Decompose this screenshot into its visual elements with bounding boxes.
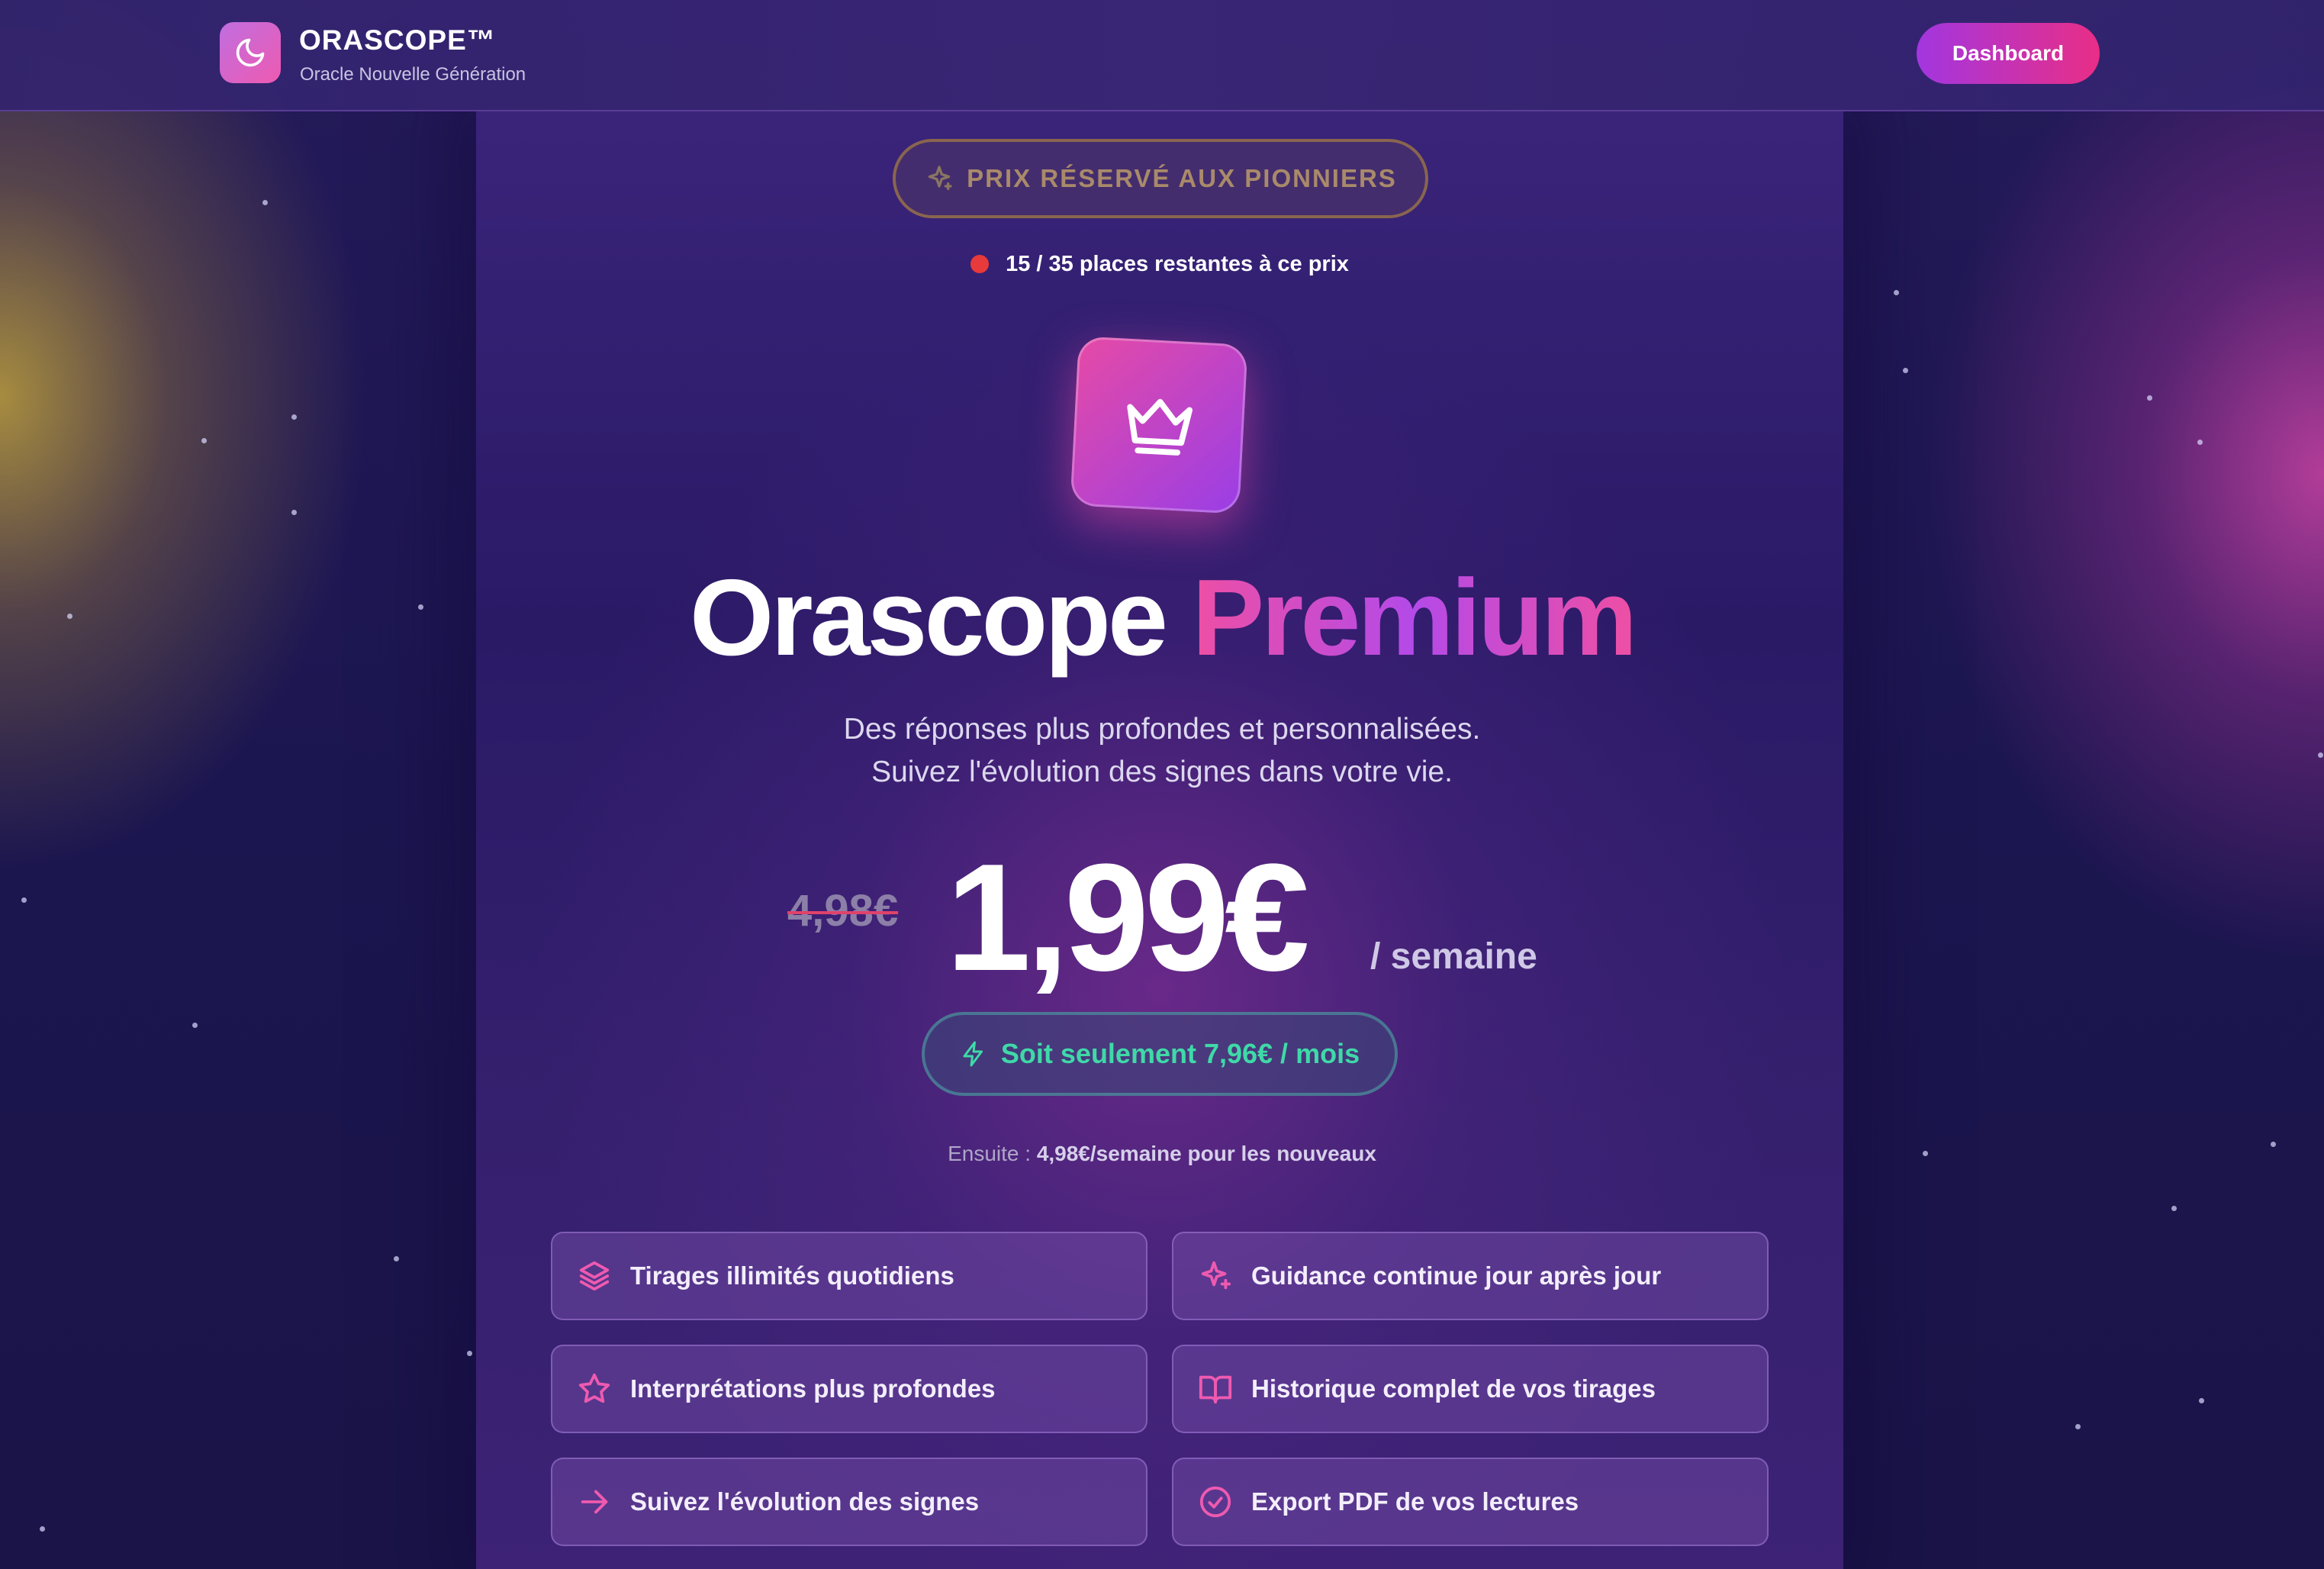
feature-label: Tirages illimités quotidiens [630, 1261, 954, 1290]
brand-name: ORASCOPE™ [299, 24, 496, 56]
star-dot [2075, 1424, 2081, 1429]
future-price-note: Ensuite : 4,98€/semaine pour les nouveau… [0, 1142, 2324, 1166]
feature-card: Suivez l'évolution des signes [551, 1458, 1148, 1546]
feature-label: Suivez l'évolution des signes [630, 1487, 980, 1516]
logo[interactable] [220, 22, 281, 83]
top-navbar: ORASCOPE™ Oracle Nouvelle Génération Das… [0, 0, 2324, 111]
star-dot [40, 1526, 45, 1532]
feature-label: Interprétations plus profondes [630, 1374, 996, 1403]
premium-badge [1070, 336, 1248, 514]
star-icon [578, 1373, 610, 1403]
places-remaining-text: 15 / 35 places restantes à ce prix [1006, 251, 1349, 276]
feature-label: Historique complet de vos tirages [1251, 1374, 1656, 1403]
star-dot [2197, 440, 2203, 445]
current-price: 1,99€ [946, 833, 1309, 1003]
future-price-value: 4,98€/semaine pour les nouveaux [1036, 1142, 1376, 1165]
star-dot [2147, 395, 2152, 401]
star-dot [467, 1351, 472, 1356]
subtitle-line-2: Suivez l'évolution des signes dans votre… [871, 756, 1453, 788]
feature-card: Export PDF de vos lectures [1172, 1458, 1769, 1546]
star-dot [21, 897, 27, 903]
sparkle-icon [929, 166, 952, 190]
pioneer-badge-label: PRIX RÉSERVÉ AUX PIONNIERS [967, 164, 1397, 192]
brand-subtitle: Oracle Nouvelle Génération [300, 64, 526, 85]
star-dot [1903, 368, 1908, 373]
check-circle-icon [1199, 1486, 1231, 1518]
book-icon [1199, 1375, 1232, 1404]
price-period: / semaine [1370, 936, 1537, 977]
feature-card: Tirages illimités quotidiens [551, 1232, 1148, 1320]
places-remaining: 15 / 35 places restantes à ce prix [946, 243, 1373, 285]
feature-label: Export PDF de vos lectures [1251, 1487, 1579, 1516]
old-price: 4,98€ [787, 886, 899, 936]
status-dot [970, 255, 990, 273]
feature-card: Interprétations plus profondes [551, 1345, 1148, 1433]
monthly-price-text: Soit seulement 7,96€ / mois [1000, 1038, 1360, 1069]
feature-label: Guidance continue jour après jour [1251, 1261, 1662, 1290]
star-dot [1894, 290, 1899, 295]
feature-card: Historique complet de vos tirages [1172, 1345, 1769, 1433]
arrow-right-icon [581, 1490, 608, 1514]
lightning-icon [963, 1041, 983, 1067]
page-title: Orascope Premium [0, 557, 2324, 679]
layers-icon [579, 1261, 610, 1291]
star-dot [2199, 1398, 2204, 1403]
star-dot [291, 510, 297, 515]
moon-icon [236, 38, 265, 67]
star-dot [2171, 1206, 2177, 1211]
title-accent: Premium [1192, 557, 1637, 678]
crown-icon [1127, 398, 1193, 456]
hero-subtitle: Des réponses plus profondes et personnal… [0, 708, 2324, 794]
star-dot [291, 414, 297, 420]
monthly-price-pill: Soit seulement 7,96€ / mois [922, 1012, 1398, 1096]
pioneer-price-badge: PRIX RÉSERVÉ AUX PIONNIERS [893, 139, 1428, 218]
star-dot [394, 1256, 399, 1261]
star-dot [262, 200, 268, 205]
title-main: Orascope [689, 557, 1168, 678]
subtitle-line-1: Des réponses plus profondes et personnal… [843, 713, 1481, 746]
feature-card: Guidance continue jour après jour [1172, 1232, 1769, 1320]
star-dot [201, 438, 207, 443]
future-price-label: Ensuite : [948, 1142, 1032, 1165]
sparkles-icon [1201, 1261, 1231, 1290]
star-dot [192, 1023, 198, 1028]
dashboard-button[interactable]: Dashboard [1917, 23, 2100, 84]
